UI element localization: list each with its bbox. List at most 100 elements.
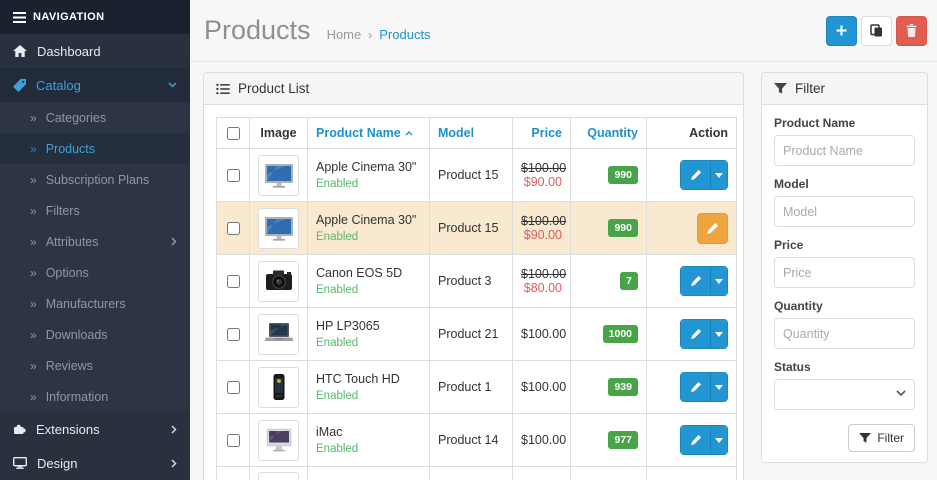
product-image-apple-cinema xyxy=(258,208,299,249)
pencil-icon[interactable] xyxy=(681,373,710,401)
catalog-submenu: » Categories » Products »Subscription Plan… xyxy=(0,102,190,412)
sidebar-subitem-label: Manufacturers xyxy=(46,297,177,311)
row-checkbox[interactable] xyxy=(227,222,240,235)
sidebar-item-dashboard[interactable]: Dashboard xyxy=(0,34,190,68)
toolbar xyxy=(826,16,927,46)
sidebar-item-extensions[interactable]: Extensions xyxy=(0,412,190,446)
sort-asc-icon xyxy=(405,131,413,136)
table-row: HP LP3065Enabled Product 21 $100.00 1000 xyxy=(217,308,737,361)
double-arrow-icon: » xyxy=(30,360,37,372)
quantity-badge: 939 xyxy=(608,378,638,396)
double-arrow-icon: » xyxy=(30,329,37,341)
row-checkbox[interactable] xyxy=(227,434,240,447)
pencil-icon[interactable] xyxy=(681,267,710,295)
filter-quantity-input[interactable] xyxy=(774,318,915,349)
double-arrow-icon: » xyxy=(30,267,37,279)
sidebar-subitem-label: Products xyxy=(46,142,177,156)
table-header-row: Image Product Name Model Price Quantity … xyxy=(217,118,737,149)
sidebar-item-options[interactable]: » Options xyxy=(0,257,190,288)
price-old: $100.00 xyxy=(521,161,562,175)
filter-button-label: Filter xyxy=(877,431,904,445)
sidebar-header-label: NAVIGATION xyxy=(33,11,104,23)
row-checkbox[interactable] xyxy=(227,275,240,288)
product-image-imac xyxy=(258,420,299,461)
sidebar-item-products[interactable]: » Products xyxy=(0,133,190,164)
product-image-hp-laptop xyxy=(258,314,299,355)
sidebar-subitem-label: Categories xyxy=(46,111,177,125)
product-status: Enabled xyxy=(316,388,421,404)
sidebar-item-information[interactable]: »Information xyxy=(0,381,190,412)
filter-icon xyxy=(859,433,871,443)
sidebar-item-subscription-plans[interactable]: »Subscription Plans xyxy=(0,164,190,195)
sidebar-subitem-label: Attributes xyxy=(46,235,162,249)
sidebar-item-design[interactable]: Design xyxy=(0,446,190,480)
breadcrumb-current-link[interactable]: Products xyxy=(379,27,430,42)
sidebar-item-downloads[interactable]: »Downloads xyxy=(0,319,190,350)
product-table: Image Product Name Model Price Quantity … xyxy=(216,117,737,480)
copy-button[interactable] xyxy=(861,16,892,46)
pencil-icon[interactable] xyxy=(681,320,710,348)
edit-split-button[interactable] xyxy=(680,160,728,190)
sidebar-subitem-label: Reviews xyxy=(46,359,177,373)
double-arrow-icon: » xyxy=(30,143,37,155)
product-name: Apple Cinema 30" xyxy=(316,212,421,229)
monitor-icon xyxy=(13,457,27,469)
breadcrumb-home-link[interactable]: Home xyxy=(327,27,362,42)
sidebar-item-filters[interactable]: »Filters xyxy=(0,195,190,226)
caret-down-icon[interactable] xyxy=(710,426,727,454)
breadcrumb-separator: › xyxy=(368,28,372,42)
product-status: Enabled xyxy=(316,441,421,457)
sidebar-item-attributes[interactable]: »Attributes xyxy=(0,226,190,257)
sidebar-item-catalog[interactable]: Catalog xyxy=(0,68,190,102)
home-icon xyxy=(13,45,27,57)
edit-split-button[interactable] xyxy=(680,319,728,349)
filter-model-input[interactable] xyxy=(774,196,915,227)
edit-split-button[interactable] xyxy=(680,372,728,402)
product-list-panel-title: Product List xyxy=(238,81,309,96)
product-model: Product 3 xyxy=(430,255,513,308)
add-new-button[interactable] xyxy=(826,16,857,46)
product-image-htc-phone xyxy=(258,367,299,408)
product-status: Enabled xyxy=(316,176,421,192)
sidebar-item-categories[interactable]: » Categories xyxy=(0,102,190,133)
row-checkbox[interactable] xyxy=(227,169,240,182)
filter-icon xyxy=(774,83,787,94)
product-name: Apple Cinema 30" xyxy=(316,159,421,176)
double-arrow-icon: » xyxy=(30,298,37,310)
pencil-icon[interactable] xyxy=(681,426,710,454)
edit-button-active[interactable] xyxy=(697,213,728,244)
filter-product-name-input[interactable] xyxy=(774,135,915,166)
caret-down-icon[interactable] xyxy=(710,373,727,401)
chevron-down-icon xyxy=(168,82,177,88)
sidebar-item-reviews[interactable]: » Reviews xyxy=(0,350,190,381)
price: $100.00 xyxy=(513,414,571,467)
row-checkbox[interactable] xyxy=(227,381,240,394)
sidebar-item-manufacturers[interactable]: » Manufacturers xyxy=(0,288,190,319)
list-icon xyxy=(216,83,230,95)
price: $100.00 xyxy=(513,308,571,361)
caret-down-icon[interactable] xyxy=(710,320,727,348)
double-arrow-icon: » xyxy=(30,112,37,124)
pencil-icon[interactable] xyxy=(681,161,710,189)
content: Product List Image Product Name Model xyxy=(190,62,937,480)
caret-down-icon[interactable] xyxy=(710,161,727,189)
row-checkbox[interactable] xyxy=(227,328,240,341)
filter-price-input[interactable] xyxy=(774,257,915,288)
filter-button[interactable]: Filter xyxy=(848,424,915,452)
edit-split-button[interactable] xyxy=(680,425,728,455)
filter-status-select[interactable] xyxy=(774,379,915,410)
quantity-badge: 1000 xyxy=(603,325,638,343)
delete-button[interactable] xyxy=(896,16,927,46)
sidebar: NAVIGATION Dashboard Catalog » Categories… xyxy=(0,0,190,480)
sidebar-subitem-label: Options xyxy=(46,266,177,280)
filter-label-product-name: Product Name xyxy=(774,116,915,130)
product-name: iMac xyxy=(316,424,421,441)
caret-down-icon[interactable] xyxy=(710,267,727,295)
quantity-badge: 977 xyxy=(608,431,638,449)
product-image-apple-cinema xyxy=(258,155,299,196)
chevron-right-icon xyxy=(171,237,177,246)
quantity-badge: 990 xyxy=(608,166,638,184)
edit-split-button[interactable] xyxy=(680,266,728,296)
price-special: $80.00 xyxy=(521,281,562,295)
select-all-checkbox[interactable] xyxy=(227,127,240,140)
